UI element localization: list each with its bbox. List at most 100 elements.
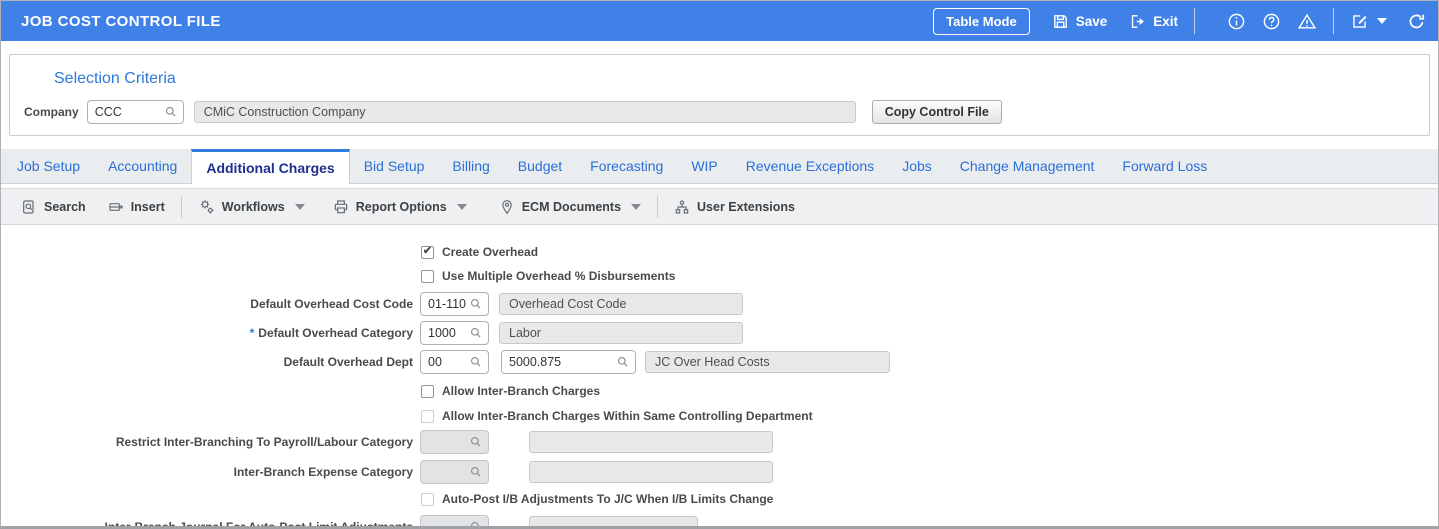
tab-forecasting[interactable]: Forecasting	[576, 149, 677, 183]
tab-jobs[interactable]: Jobs	[888, 149, 946, 183]
restrict-inter-branching-field[interactable]	[420, 430, 489, 454]
use-multiple-overhead-row: Use Multiple Overhead % Disbursements	[421, 269, 1438, 283]
default-overhead-dept-lookup-icon[interactable]	[469, 355, 483, 369]
default-overhead-cost-code-value: 01-110	[428, 297, 466, 311]
ecm-documents-button[interactable]: ECM Documents	[499, 199, 621, 215]
tab-additional-charges[interactable]: Additional Charges	[191, 149, 350, 184]
tab-change-management[interactable]: Change Management	[946, 149, 1109, 183]
inter-branch-journal-field[interactable]	[420, 515, 489, 526]
inter-branch-journal-row: Inter-Branch Journal For Auto-Post Limit…	[1, 515, 1438, 529]
user-extensions-icon	[674, 199, 690, 215]
allow-inter-branch-same-dept-label: Allow Inter-Branch Charges Within Same C…	[442, 409, 813, 423]
warning-icon[interactable]	[1297, 12, 1317, 31]
workflows-button-label: Workflows	[221, 199, 285, 214]
workflows-dropdown-caret-icon[interactable]	[294, 203, 305, 210]
toolbar-separator	[657, 195, 659, 218]
tab-budget[interactable]: Budget	[504, 149, 576, 183]
help-icon[interactable]	[1262, 12, 1281, 31]
tab-billing[interactable]: Billing	[438, 149, 503, 183]
restrict-inter-branching-lookup-icon[interactable]	[469, 435, 483, 449]
default-overhead-cost-code-lookup-icon[interactable]	[469, 297, 483, 311]
action-toolbar: Search Insert Workflows Report Options E…	[1, 188, 1438, 225]
default-overhead-cost-code-field[interactable]: 01-110	[420, 292, 489, 316]
use-multiple-overhead-label: Use Multiple Overhead % Disbursements	[442, 269, 676, 283]
inter-branch-journal-lookup-icon[interactable]	[469, 520, 483, 526]
exit-button[interactable]: Exit	[1129, 13, 1178, 30]
default-overhead-category-value: 1000	[428, 326, 456, 340]
default-overhead-dept-description: JC Over Head Costs	[645, 351, 890, 373]
auto-post-ib-checkbox[interactable]	[421, 492, 434, 506]
default-overhead-account-field[interactable]: 5000.875	[501, 350, 636, 374]
restrict-inter-branching-label: Restrict Inter-Branching To Payroll/Labo…	[115, 435, 413, 449]
default-overhead-dept-label: Default Overhead Dept	[283, 355, 413, 369]
default-overhead-category-description: Labor	[499, 322, 743, 344]
company-row: Company CCC CMiC Construction Company Co…	[24, 100, 1002, 124]
table-mode-button[interactable]: Table Mode	[933, 7, 1030, 35]
allow-inter-branch-checkbox[interactable]	[421, 384, 434, 398]
restrict-inter-branching-description	[529, 431, 773, 453]
tab-accounting[interactable]: Accounting	[94, 149, 191, 183]
inter-branch-expense-field[interactable]	[420, 460, 489, 484]
inter-branch-expense-lookup-icon[interactable]	[469, 465, 483, 479]
exit-icon	[1129, 13, 1146, 30]
insert-button-label: Insert	[130, 199, 165, 214]
additional-charges-form: Create Overhead Use Multiple Overhead % …	[1, 225, 1438, 529]
company-field[interactable]: CCC	[86, 100, 184, 124]
required-asterisk: *	[249, 326, 255, 340]
auto-post-ib-row: Auto-Post I/B Adjustments To J/C When I/…	[421, 492, 1438, 506]
info-icon[interactable]	[1227, 12, 1246, 31]
company-name-field: CMiC Construction Company	[193, 101, 856, 123]
workflows-icon	[198, 198, 215, 215]
report-options-button-label: Report Options	[355, 199, 447, 214]
default-overhead-account-value: 5000.875	[509, 355, 562, 369]
insert-icon	[108, 199, 124, 215]
inter-branch-expense-label: Inter-Branch Expense Category	[233, 465, 413, 479]
report-options-button[interactable]: Report Options	[333, 199, 447, 215]
default-overhead-account-lookup-icon[interactable]	[616, 355, 630, 369]
create-overhead-checkbox[interactable]	[421, 245, 434, 259]
save-button-label: Save	[1075, 13, 1108, 29]
search-icon	[21, 199, 37, 215]
titlebar-actions: Table Mode Save Exit	[933, 7, 1426, 35]
allow-inter-branch-same-dept-checkbox[interactable]	[421, 409, 434, 423]
search-button-label: Search	[44, 199, 86, 214]
insert-button[interactable]: Insert	[108, 199, 165, 215]
default-overhead-category-lookup-icon[interactable]	[469, 326, 483, 340]
ecm-documents-button-label: ECM Documents	[521, 199, 622, 214]
restrict-inter-branching-row: Restrict Inter-Branching To Payroll/Labo…	[1, 430, 1438, 454]
inter-branch-expense-row: Inter-Branch Expense Category	[1, 460, 1438, 484]
workflows-button[interactable]: Workflows	[198, 198, 285, 215]
tab-wip[interactable]: WIP	[677, 149, 731, 183]
tab-revenue-exceptions[interactable]: Revenue Exceptions	[732, 149, 888, 183]
tab-forward-loss[interactable]: Forward Loss	[1108, 149, 1221, 183]
use-multiple-overhead-checkbox[interactable]	[421, 269, 434, 283]
default-overhead-dept-row: Default Overhead Dept 00 5000.875 JC Ove…	[1, 350, 1438, 374]
default-overhead-cost-code-row: Default Overhead Cost Code 01-110 Overhe…	[1, 292, 1438, 316]
edit-note-icon[interactable]	[1350, 12, 1369, 31]
auto-post-ib-label: Auto-Post I/B Adjustments To J/C When I/…	[442, 492, 774, 506]
create-overhead-label: Create Overhead	[442, 245, 539, 259]
inter-branch-expense-description	[529, 461, 773, 483]
save-button[interactable]: Save	[1052, 13, 1108, 30]
default-overhead-dept-field[interactable]: 00	[420, 350, 489, 374]
edit-dropdown-caret-icon[interactable]	[1377, 18, 1387, 24]
refresh-icon[interactable]	[1407, 12, 1426, 31]
toolbar-separator	[180, 195, 182, 218]
company-lookup-icon[interactable]	[164, 105, 178, 119]
selection-criteria-heading: Selection Criteria	[54, 70, 176, 87]
user-extensions-button[interactable]: User Extensions	[674, 199, 795, 215]
ecm-documents-dropdown-caret-icon[interactable]	[631, 203, 642, 210]
inter-branch-journal-label: Inter-Branch Journal For Auto-Post Limit…	[104, 520, 413, 529]
default-overhead-cost-code-label: Default Overhead Cost Code	[250, 297, 413, 311]
default-overhead-cost-code-description: Overhead Cost Code	[499, 293, 743, 315]
search-button[interactable]: Search	[21, 199, 86, 215]
default-overhead-category-field[interactable]: 1000	[420, 321, 489, 345]
copy-control-file-button[interactable]: Copy Control File	[871, 100, 1002, 124]
titlebar-separator	[1333, 8, 1334, 34]
user-extensions-button-label: User Extensions	[697, 199, 795, 214]
tab-bid-setup[interactable]: Bid Setup	[350, 149, 439, 183]
tab-job-setup[interactable]: Job Setup	[3, 149, 94, 183]
inter-branch-journal-description	[529, 516, 698, 526]
allow-inter-branch-same-dept-row: Allow Inter-Branch Charges Within Same C…	[421, 409, 1438, 423]
report-options-dropdown-caret-icon[interactable]	[456, 203, 467, 210]
